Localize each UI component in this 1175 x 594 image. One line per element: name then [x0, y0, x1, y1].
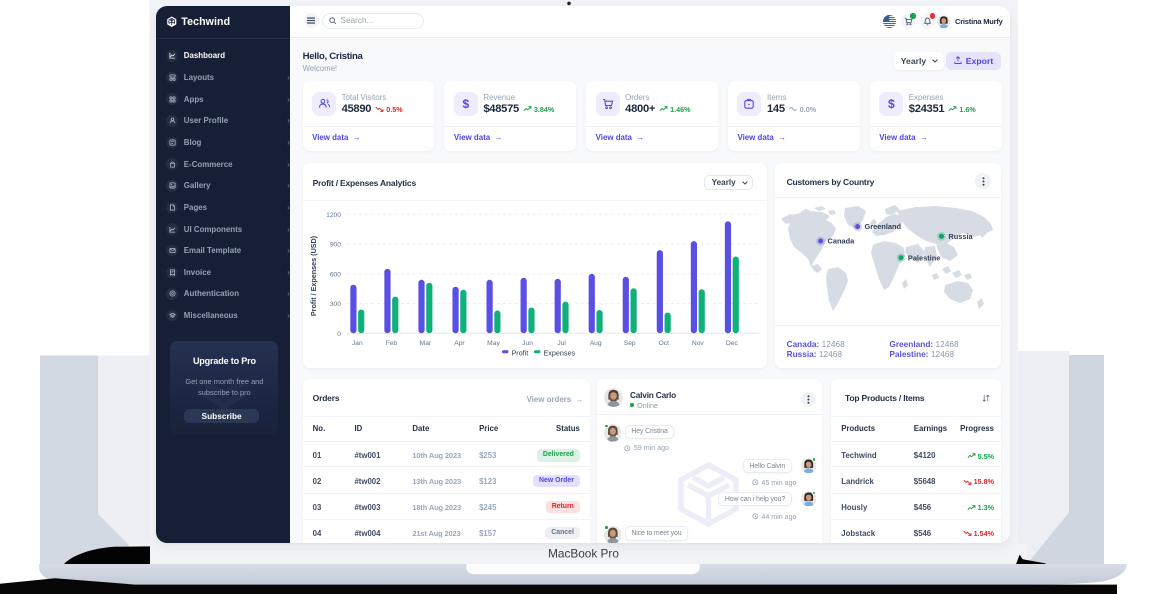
svg-text:Nov: Nov: [691, 340, 704, 347]
svg-text:Jun: Jun: [522, 340, 533, 347]
svg-text:Dec: Dec: [725, 340, 738, 347]
svg-text:Jan: Jan: [351, 340, 362, 347]
svg-text:Sep: Sep: [623, 340, 635, 347]
svg-text:Palestine: Palestine: [908, 254, 940, 263]
svg-text:Profit / Expenses (USD): Profit / Expenses (USD): [309, 235, 318, 316]
svg-text:900: 900: [329, 242, 340, 249]
svg-text:Mar: Mar: [419, 340, 431, 347]
svg-text:Oct: Oct: [658, 340, 669, 347]
svg-text:0: 0: [337, 331, 341, 338]
svg-text:300: 300: [329, 301, 340, 308]
svg-text:Expenses: Expenses: [543, 348, 575, 357]
svg-text:May: May: [487, 340, 500, 347]
svg-text:Russia: Russia: [948, 232, 973, 241]
svg-text:Apr: Apr: [454, 340, 465, 347]
svg-text:Aug: Aug: [589, 340, 601, 347]
svg-text:Jul: Jul: [557, 340, 566, 347]
svg-text:Greenland: Greenland: [864, 223, 901, 232]
svg-text:MacBook Pro: MacBook Pro: [548, 547, 619, 561]
svg-text:1200: 1200: [326, 212, 341, 219]
svg-text:Feb: Feb: [385, 340, 397, 347]
svg-text:Canada: Canada: [827, 237, 855, 246]
svg-text:Profit: Profit: [511, 348, 528, 357]
svg-text:600: 600: [329, 271, 340, 278]
